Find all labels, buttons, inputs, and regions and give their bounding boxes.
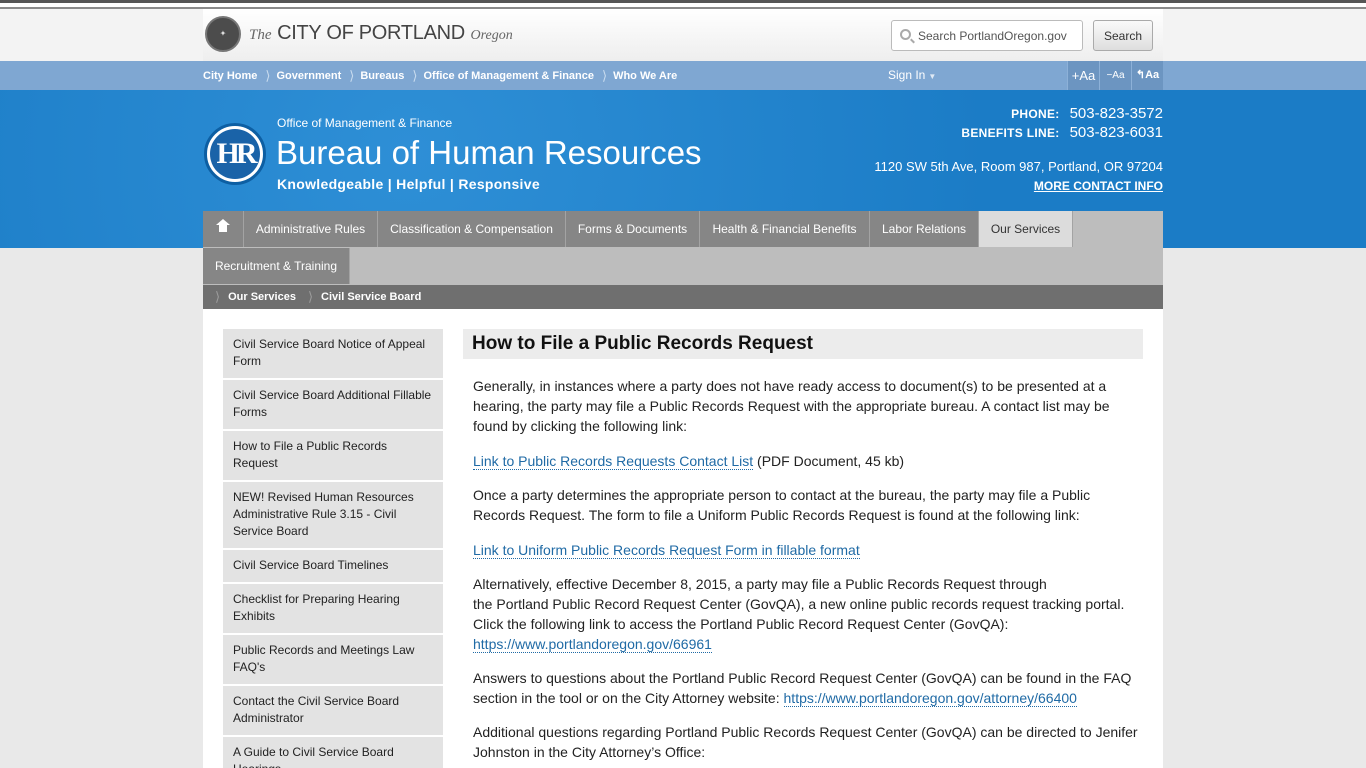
crumb-separator-icon: ⟩ bbox=[349, 67, 355, 83]
side-nav-item[interactable]: Checklist for Preparing Hearing Exhibits bbox=[223, 584, 443, 635]
side-nav-item[interactable]: Public Records and Meetings Law FAQ's bbox=[223, 635, 443, 686]
city-header: ✦ The CITY OF PORTLAND Oregon Search bbox=[0, 9, 1366, 61]
city-nav-bar: City Home ⟩ Government ⟩ Bureaus ⟩ Office o… bbox=[0, 61, 1366, 90]
search-icon bbox=[900, 29, 911, 40]
font-decrease-button[interactable]: −Aa bbox=[1099, 61, 1131, 90]
main-nav: Administrative Rules Classification & Co… bbox=[203, 211, 1163, 285]
search-box bbox=[891, 20, 1083, 51]
benefits-label: BENEFITS LINE: bbox=[961, 126, 1060, 140]
city-brand[interactable]: The CITY OF PORTLAND Oregon bbox=[249, 22, 513, 45]
home-icon bbox=[216, 219, 230, 236]
side-nav-item[interactable]: Civil Service Board Notice of Appeal For… bbox=[223, 329, 443, 380]
font-increase-button[interactable]: +Aa bbox=[1067, 61, 1099, 90]
search-button[interactable]: Search bbox=[1093, 20, 1153, 51]
section-breadcrumb: ⟩ Our Services ⟩ Civil Service Board bbox=[203, 285, 1163, 309]
search-input[interactable] bbox=[918, 28, 1078, 44]
phone-label: PHONE: bbox=[1011, 107, 1060, 121]
additional-questions-paragraph: Additional questions regarding Portland … bbox=[473, 724, 1138, 760]
top-stripe bbox=[0, 0, 1366, 9]
govqa-paragraph: Alternatively, effective December 8, 201… bbox=[463, 574, 1143, 654]
crumb-separator-icon: ⟩ bbox=[265, 67, 271, 83]
tab-forms-documents[interactable]: Forms & Documents bbox=[566, 211, 700, 247]
bureau-tagline: Knowledgeable | Helpful | Responsive bbox=[277, 176, 540, 192]
crumb-who-we-are[interactable]: ⟩ Who We Are bbox=[594, 68, 677, 84]
side-nav-item[interactable]: Civil Service Board Timelines bbox=[223, 550, 443, 584]
brand-oregon: Oregon bbox=[470, 28, 513, 43]
hr-logo[interactable]: HR bbox=[204, 123, 266, 185]
contact-list-paragraph: Link to Public Records Requests Contact … bbox=[463, 451, 1143, 471]
side-nav: Civil Service Board Notice of Appeal For… bbox=[223, 329, 443, 768]
tab-classification-compensation[interactable]: Classification & Compensation bbox=[378, 211, 566, 247]
faq-paragraph: Answers to questions about the Portland … bbox=[463, 668, 1143, 708]
main-content: How to File a Public Records Request Gen… bbox=[463, 329, 1143, 762]
form-paragraph: Once a party determines the appropriate … bbox=[473, 487, 1091, 523]
crumb-omf[interactable]: ⟩ Office of Management & Finance bbox=[404, 68, 594, 84]
more-contact-info-link[interactable]: MORE CONTACT INFO bbox=[1034, 179, 1163, 193]
font-reset-button[interactable]: ↰Aa bbox=[1131, 61, 1163, 90]
crumb-separator-icon: ⟩ bbox=[602, 67, 608, 83]
city-seal-icon[interactable]: ✦ bbox=[205, 16, 241, 52]
benefits-number: 503-823-6031 bbox=[1069, 124, 1163, 141]
brand-the: The bbox=[249, 27, 272, 43]
side-nav-item[interactable]: Civil Service Board Additional Fillable … bbox=[223, 380, 443, 431]
crumb-separator-icon: ⟩ bbox=[307, 289, 314, 304]
tab-labor-relations[interactable]: Labor Relations bbox=[870, 211, 979, 247]
contact-list-file-info: (PDF Document, 45 kb) bbox=[753, 453, 905, 469]
sub-crumb-our-services[interactable]: ⟩ Our Services bbox=[215, 289, 296, 305]
crumb-separator-icon: ⟩ bbox=[215, 289, 221, 304]
side-nav-item[interactable]: Contact the Civil Service Board Administ… bbox=[223, 686, 443, 737]
crumb-government[interactable]: ⟩ Government bbox=[257, 68, 341, 84]
brand-city: CITY OF PORTLAND bbox=[277, 22, 465, 44]
tab-our-services[interactable]: Our Services bbox=[979, 211, 1073, 247]
intro-paragraph: Generally, in instances where a party do… bbox=[473, 378, 1110, 434]
sub-crumb-civil-service-board[interactable]: ⟩ Civil Service Board bbox=[308, 289, 421, 305]
tab-recruitment-training[interactable]: Recruitment & Training bbox=[203, 248, 350, 284]
city-breadcrumb: City Home ⟩ Government ⟩ Bureaus ⟩ Office o… bbox=[203, 61, 677, 90]
benefits-line: BENEFITS LINE: 503-823-6031 bbox=[961, 124, 1163, 142]
bureau-address: 1120 SW 5th Ave, Room 987, Portland, OR … bbox=[874, 159, 1163, 174]
tab-home[interactable] bbox=[203, 211, 244, 247]
side-nav-item[interactable]: A Guide to Civil Service Board Hearings bbox=[223, 737, 443, 768]
govqa-link[interactable]: https://www.portlandoregon.gov/66961 bbox=[473, 636, 712, 653]
font-size-tools: +Aa −Aa ↰Aa bbox=[1067, 61, 1163, 90]
sign-in-link[interactable]: Sign In ▼ bbox=[888, 68, 936, 82]
city-attorney-faq-link[interactable]: https://www.portlandoregon.gov/attorney/… bbox=[783, 690, 1077, 707]
form-link-paragraph: Link to Uniform Public Records Request F… bbox=[463, 540, 1143, 560]
hr-logo-mark: HR bbox=[210, 129, 260, 179]
bureau-title[interactable]: Bureau of Human Resources bbox=[276, 134, 702, 172]
govqa-text: the Portland Public Record Request Cente… bbox=[473, 596, 1125, 632]
govqa-text-line1: Alternatively, effective December 8, 201… bbox=[473, 576, 1047, 592]
page-title: How to File a Public Records Request bbox=[463, 329, 1143, 359]
caret-down-icon: ▼ bbox=[928, 72, 937, 81]
side-nav-item[interactable]: How to File a Public Records Request bbox=[223, 431, 443, 482]
crumb-city-home[interactable]: City Home bbox=[203, 70, 257, 82]
phone-line: PHONE: 503-823-3572 bbox=[1011, 105, 1163, 123]
contact-list-link[interactable]: Link to Public Records Requests Contact … bbox=[473, 453, 754, 470]
office-name[interactable]: Office of Management & Finance bbox=[277, 116, 452, 130]
crumb-bureaus[interactable]: ⟩ Bureaus bbox=[341, 68, 404, 84]
tab-health-financial-benefits[interactable]: Health & Financial Benefits bbox=[700, 211, 870, 247]
city-header-inner: ✦ The CITY OF PORTLAND Oregon Search bbox=[203, 9, 1163, 61]
crumb-separator-icon: ⟩ bbox=[412, 67, 418, 83]
uniform-request-form-link[interactable]: Link to Uniform Public Records Request F… bbox=[473, 542, 860, 559]
phone-number: 503-823-3572 bbox=[1069, 105, 1163, 122]
tab-administrative-rules[interactable]: Administrative Rules bbox=[244, 211, 378, 247]
side-nav-item[interactable]: NEW! Revised Human Resources Administrat… bbox=[223, 482, 443, 550]
